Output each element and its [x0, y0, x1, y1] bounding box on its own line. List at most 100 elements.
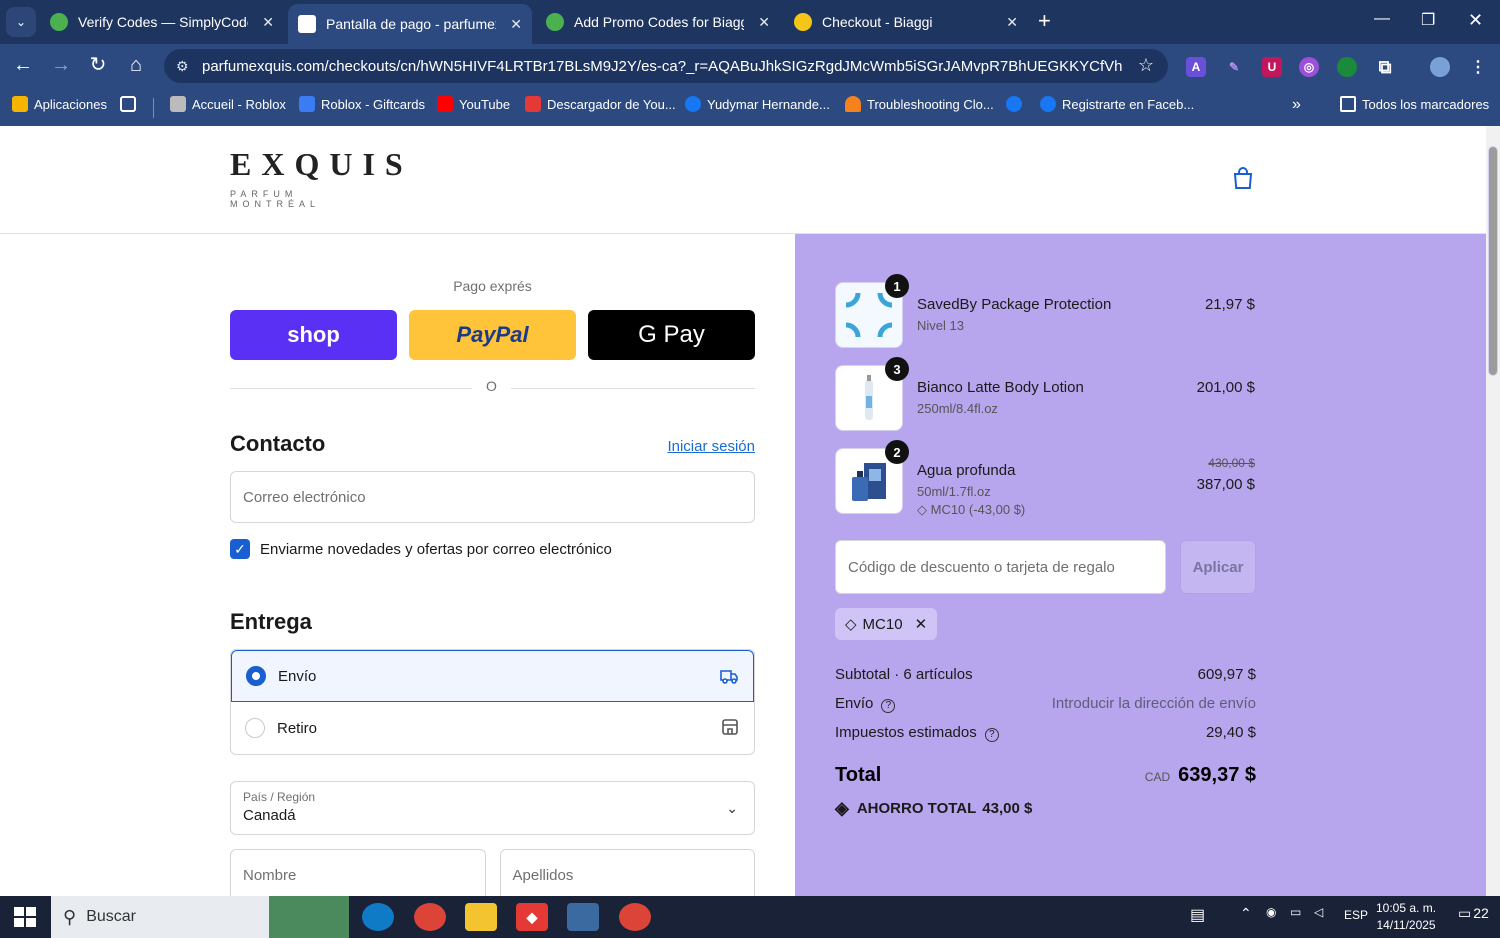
close-tab-icon[interactable]: ✕	[262, 14, 274, 31]
bookmark-label: Accueil - Roblox	[192, 96, 286, 112]
more-bookmarks-chevron-icon[interactable]: »	[1292, 96, 1301, 114]
home-icon[interactable]: ⌂	[123, 54, 149, 76]
site-info-icon[interactable]: ⚙	[176, 58, 196, 75]
reload-icon[interactable]: ↻	[85, 54, 111, 76]
extension-a-icon[interactable]: A	[1186, 57, 1206, 77]
extension-green-icon[interactable]	[1337, 57, 1357, 77]
shopping-bag-icon[interactable]	[1232, 166, 1254, 190]
bookmark-facebook[interactable]	[1006, 96, 1028, 112]
apply-discount-button[interactable]: Aplicar	[1180, 540, 1256, 594]
discount-code-input[interactable]: Código de descuento o tarjeta de regalo	[835, 540, 1166, 594]
extensions-puzzle-icon[interactable]: ⧉	[1375, 57, 1395, 77]
bookmark-star-icon[interactable]: ☆	[1138, 55, 1154, 76]
newsletter-option[interactable]: ✓ Enviarme novedades y ofertas por corre…	[230, 539, 755, 559]
meet-icon[interactable]: ◉	[1266, 905, 1276, 919]
address-bar[interactable]: ⚙ parfumexquis.com/checkouts/cn/hWN5HIVF…	[164, 49, 1168, 83]
volume-icon[interactable]: ◁	[1314, 905, 1323, 919]
taskbar-search[interactable]: ⚲ Buscar	[51, 896, 349, 938]
ship-option-label: Envío	[278, 667, 317, 685]
bookmark-tabs-grid[interactable]	[120, 96, 142, 112]
close-tab-icon[interactable]: ✕	[510, 16, 522, 33]
edge-icon[interactable]	[362, 903, 394, 931]
url-text[interactable]: parfumexquis.com/checkouts/cn/hWN5HIVF4L…	[202, 58, 1122, 75]
profile-avatar[interactable]	[1430, 57, 1450, 77]
item-price: 387,00 $	[1196, 476, 1255, 493]
order-summary: 1 SavedBy Package Protection Nivel 13 21…	[795, 234, 1486, 896]
close-window-button[interactable]: ✕	[1468, 10, 1483, 31]
extension-shield-icon[interactable]: U	[1262, 57, 1282, 77]
tab-checkout-biaggi[interactable]: Checkout - Biaggi ✕	[784, 4, 1028, 40]
taskbar-clock[interactable]: 10:05 a. m. 14/11/2025	[1376, 900, 1436, 934]
network-icon[interactable]: ▭	[1290, 905, 1301, 919]
tab-parfumexquis[interactable]: Pantalla de pago - parfumexqui ✕	[288, 4, 532, 44]
minimize-button[interactable]: —	[1374, 10, 1390, 28]
anydesk-icon[interactable]: ◆	[516, 903, 548, 931]
express-buttons: shop PayPal G Pay	[230, 310, 755, 360]
extension-circle-icon[interactable]: ◎	[1299, 57, 1319, 77]
tab-title: Verify Codes — SimplyCodes	[78, 14, 248, 30]
pickup-option[interactable]: Retiro	[231, 702, 754, 754]
subtotal-row: Subtotal · 6 artículos 609,97 $	[835, 666, 1256, 683]
shop-pay-button[interactable]: shop	[230, 310, 397, 360]
pickup-radio[interactable]	[245, 718, 265, 738]
google-pay-button[interactable]: G Pay	[588, 310, 755, 360]
chevron-down-icon: ⌄	[726, 800, 738, 816]
help-icon[interactable]: ?	[984, 728, 999, 742]
page-scrollbar[interactable]	[1486, 126, 1500, 896]
news-widget-icon[interactable]: ▤	[1190, 905, 1205, 925]
pickup-option-label: Retiro	[277, 719, 318, 737]
country-select[interactable]: País / Región Canadá ⌄	[230, 781, 755, 835]
extension-pen-icon[interactable]: ✎	[1224, 57, 1244, 77]
bookmark-descargador[interactable]: Descargador de You...	[525, 96, 676, 112]
bookmark-roblox-giftcards[interactable]: Roblox - Giftcards	[299, 96, 425, 112]
grid-icon	[120, 96, 136, 112]
first-name-field[interactable]: Nombre	[230, 849, 486, 896]
discount-placeholder: Código de descuento o tarjeta de regalo	[848, 558, 1115, 576]
bookmark-yudymar[interactable]: Yudymar Hernande...	[685, 96, 830, 112]
tag-icon: ◇	[845, 616, 857, 633]
bookmark-registrarte[interactable]: Registrarte en Faceb...	[1040, 96, 1194, 112]
help-icon[interactable]: ?	[881, 699, 896, 713]
bookmark-apps[interactable]: Aplicaciones	[12, 96, 107, 112]
search-icon: ⚲	[63, 906, 77, 927]
app-icon[interactable]	[567, 903, 599, 931]
language-indicator[interactable]: ESP	[1344, 908, 1368, 922]
chrome-icon[interactable]	[414, 903, 446, 931]
facebook-icon	[1040, 96, 1056, 112]
tab-verify-codes[interactable]: Verify Codes — SimplyCodes ✕	[40, 4, 284, 40]
login-link[interactable]: Iniciar sesión	[667, 438, 755, 455]
ship-radio[interactable]	[246, 666, 266, 686]
bookmark-troubleshooting[interactable]: Troubleshooting Clo...	[845, 96, 994, 112]
windows-taskbar: ⚲ Buscar ◆ ▤ ⌃ ◉ ▭ ◁ ESP 10:05 a. m. 14/…	[0, 896, 1500, 938]
email-field[interactable]: Correo electrónico	[230, 471, 755, 523]
bookmark-roblox-home[interactable]: Accueil - Roblox	[170, 96, 286, 112]
exquis-logo[interactable]: EXQUIS PARFUM MONTRÉAL	[230, 146, 403, 209]
ship-option[interactable]: Envío	[231, 650, 754, 702]
close-tab-icon[interactable]: ✕	[1006, 14, 1018, 31]
notifications-button[interactable]: ▭ 22	[1458, 905, 1489, 922]
restore-button[interactable]: ❐	[1421, 10, 1435, 30]
back-icon[interactable]: ←	[10, 54, 36, 76]
shipping-label: Envío	[835, 695, 874, 712]
scrollbar-thumb[interactable]	[1488, 146, 1498, 376]
newsletter-checkbox[interactable]: ✓	[230, 539, 250, 559]
new-tab-button[interactable]: +	[1038, 10, 1051, 32]
remove-code-icon[interactable]: ✕	[915, 615, 928, 633]
windows-start-icon[interactable]	[14, 907, 36, 927]
total-savings: ◈ AHORRO TOTAL 43,00 $	[835, 798, 1032, 819]
last-name-field[interactable]: Apellidos	[499, 849, 755, 896]
close-tab-icon[interactable]: ✕	[758, 14, 770, 31]
paypal-button[interactable]: PayPal	[409, 310, 576, 360]
forward-icon[interactable]: →	[48, 54, 74, 76]
tab-search-button[interactable]: ⌄	[6, 7, 36, 37]
all-bookmarks-folder[interactable]: Todos los marcadores	[1340, 96, 1489, 112]
chrome-profile-icon[interactable]	[619, 903, 651, 931]
file-explorer-icon[interactable]	[465, 903, 497, 931]
tab-add-promo[interactable]: Add Promo Codes for Biaggi — ✕	[536, 4, 780, 40]
menu-kebab-icon[interactable]: ⋮	[1468, 57, 1488, 77]
country-label: País / Región	[243, 790, 316, 804]
checkout-form: Pago exprés shop PayPal G Pay O Contacto…	[230, 234, 755, 896]
tax-value: 29,40 $	[1205, 724, 1256, 741]
tray-chevron-icon[interactable]: ⌃	[1240, 905, 1252, 922]
bookmark-youtube[interactable]: YouTube	[437, 96, 510, 112]
